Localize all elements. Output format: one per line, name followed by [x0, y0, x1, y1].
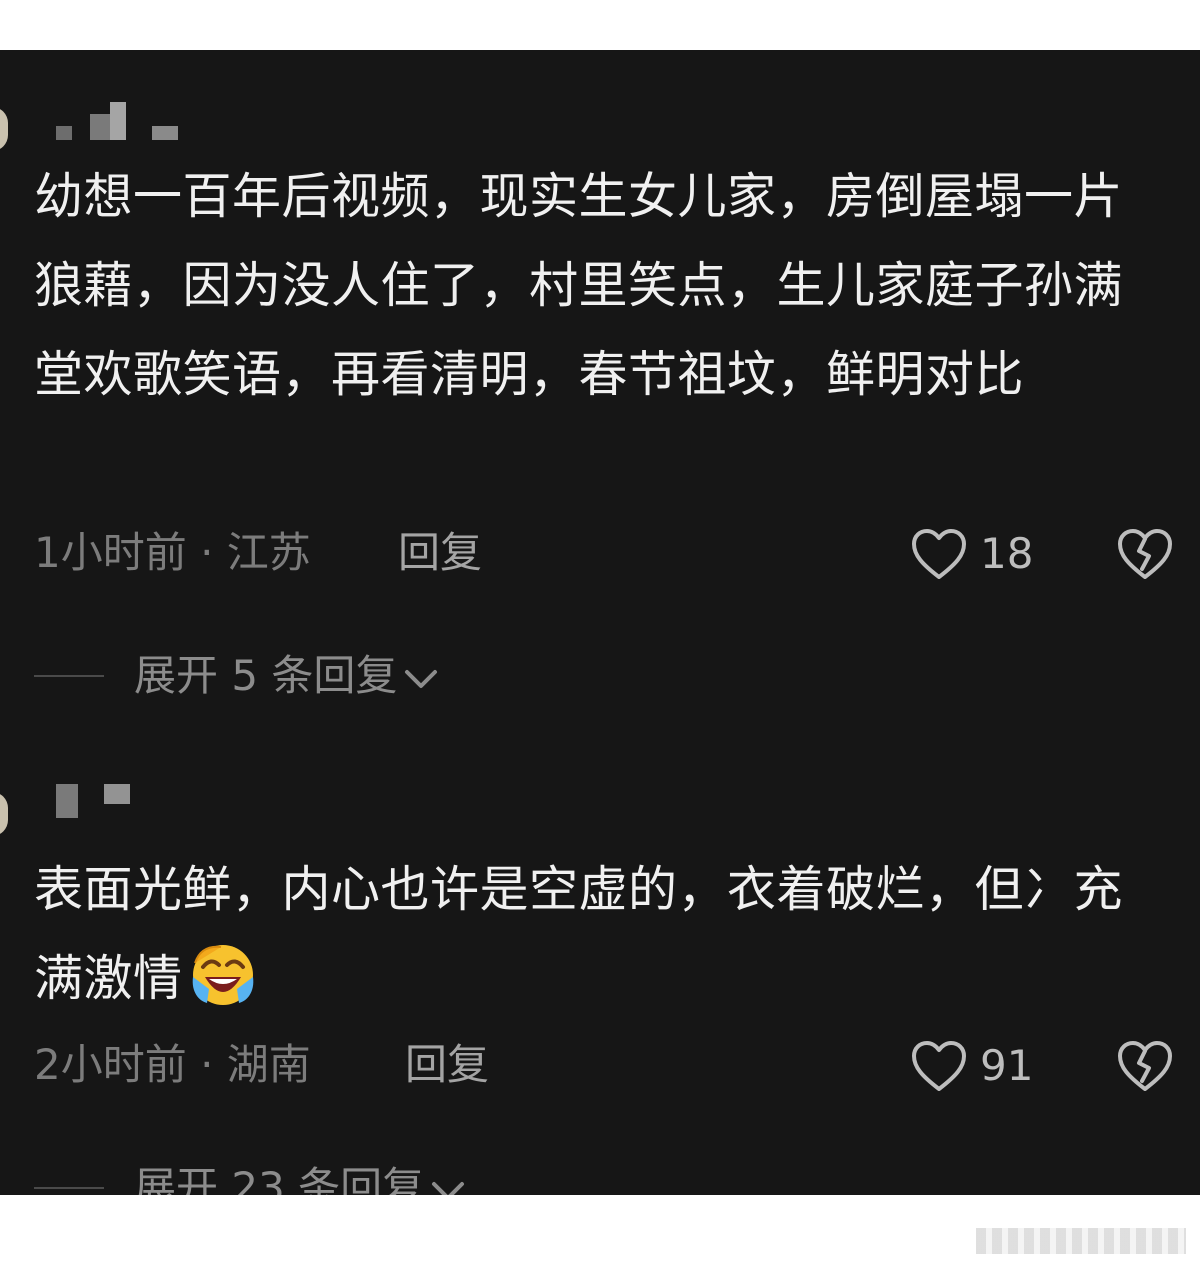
heart-icon: [912, 1041, 966, 1091]
comment-meta: 1小时前 · 江苏 回复 18: [34, 523, 1200, 583]
like-count: 91: [980, 1041, 1034, 1090]
watermark: [976, 1228, 1186, 1254]
time-location: 2小时前 · 湖南: [34, 1040, 311, 1089]
avatar[interactable]: [0, 107, 8, 151]
expand-replies-label: 展开 5 条回复: [134, 651, 398, 700]
broken-heart-icon[interactable]: [1116, 1039, 1174, 1093]
time-location: 1小时前 · 江苏: [34, 528, 311, 577]
avatar[interactable]: [0, 792, 8, 836]
username-blurred[interactable]: [56, 784, 146, 818]
username-blurred[interactable]: [56, 102, 186, 140]
broken-heart-icon[interactable]: [1116, 527, 1174, 581]
heart-icon: [912, 529, 966, 579]
expand-replies-label: 展开 23 条回复: [134, 1163, 425, 1195]
chevron-down-icon: [432, 1181, 465, 1195]
divider: [34, 1187, 104, 1189]
comment-list: 幼想一百年后视频，现实生女儿家，房倒屋塌一片狼藉，因为没人住了，村里笑点，生儿家…: [0, 50, 1200, 1195]
reply-button[interactable]: 回复: [398, 523, 482, 583]
like-count: 18: [980, 529, 1034, 578]
reply-button[interactable]: 回复: [405, 1035, 489, 1095]
comment-text: 表面光鲜，内心也许是空虚的，衣着破烂，但冫充满激情: [34, 845, 1144, 1023]
comment-meta: 2小时前 · 湖南 回复 91: [34, 1035, 1200, 1095]
chevron-down-icon: [405, 669, 438, 688]
laughing-crying-emoji-icon: [192, 945, 253, 1005]
divider: [34, 675, 104, 677]
comment-text: 幼想一百年后视频，现实生女儿家，房倒屋塌一片狼藉，因为没人住了，村里笑点，生儿家…: [34, 168, 1124, 403]
